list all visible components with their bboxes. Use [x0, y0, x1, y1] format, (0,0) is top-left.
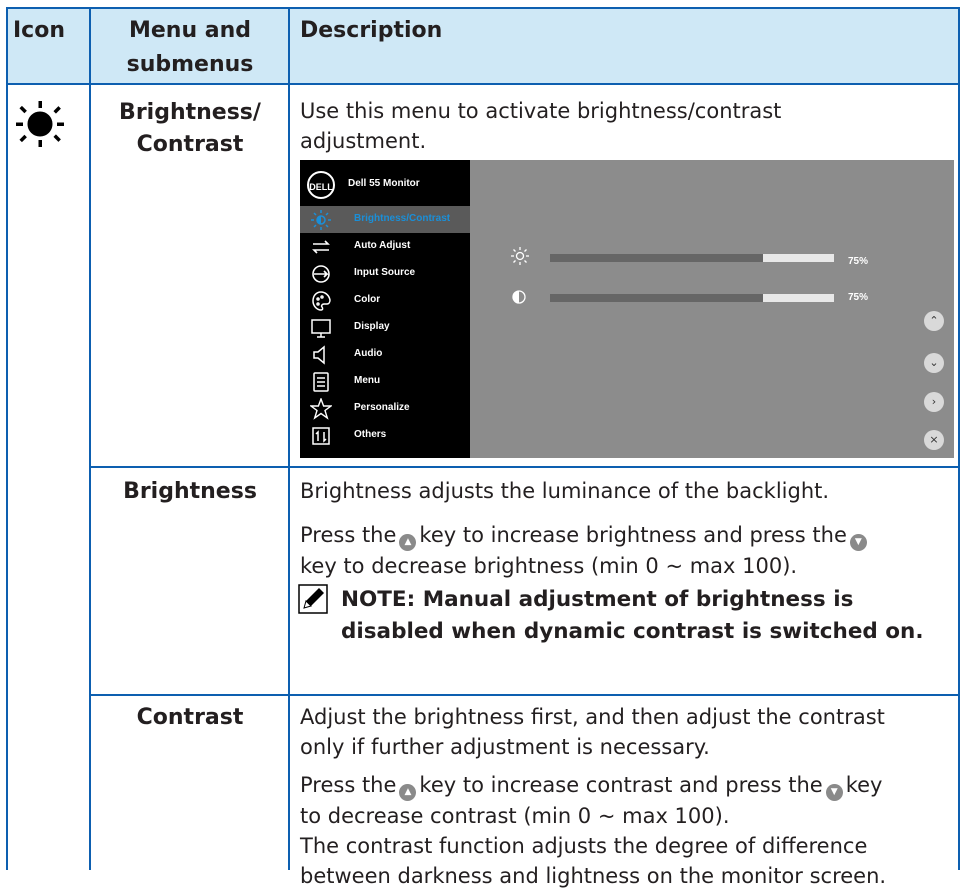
contrast-function-line1: The contrast function adjusts the degree… — [300, 834, 868, 858]
down-key-icon: ▼ — [825, 784, 843, 801]
osd-item-label: Others — [354, 429, 387, 440]
osd-title: Dell 55 Monitor — [348, 178, 420, 189]
brightness-value: 75% — [848, 256, 869, 267]
osd-screenshot: DELL Dell 55 Monitor Brightness/Contrast… — [300, 160, 954, 458]
up-key-icon: ▲ — [399, 534, 417, 551]
osd-item-auto-adjust[interactable]: Auto Adjust — [300, 233, 470, 260]
contrast-description: Adjust the brightness first, and then ad… — [300, 702, 885, 762]
contrast-function-line2: between darkness and lightness on the mo… — [300, 864, 887, 888]
submenu-contrast: Contrast — [136, 705, 244, 730]
note-pencil-icon — [298, 584, 328, 614]
osd-item-menu[interactable]: Menu — [300, 368, 470, 395]
osd-item-label: Menu — [354, 375, 381, 386]
sun-icon — [311, 210, 331, 230]
note-line2: disabled when dynamic contrast is switch… — [341, 619, 924, 644]
brightness-contrast-icon — [16, 100, 64, 148]
down-key-icon: ▼ — [849, 534, 867, 551]
table-border-right — [958, 7, 960, 870]
osd-item-label: Personalize — [354, 402, 410, 413]
osd-item-label: Audio — [354, 348, 383, 359]
osd-item-label: Input Source — [354, 267, 416, 278]
osd-up-button[interactable]: ⌃ — [924, 311, 944, 331]
header-description: Description — [300, 18, 443, 43]
header-menu-line2: submenus — [126, 52, 254, 77]
submenu-brightness-contrast-line1: Brightness/ — [119, 100, 261, 125]
brightness-description: Brightness adjusts the luminance of the … — [300, 479, 830, 503]
osd-right-button[interactable]: › — [924, 392, 944, 412]
table-border-row2-right — [90, 694, 960, 696]
contrast-instructions-line2: to decrease contrast (min 0 ~ max 100). — [300, 804, 730, 828]
header-icon: Icon — [13, 18, 66, 43]
osd-item-color[interactable]: Color — [300, 287, 470, 314]
osd-close-button[interactable]: × — [924, 430, 944, 450]
contrast-description-line1: Adjust the brightness first, and then ad… — [300, 705, 885, 729]
osd-item-brightness-contrast[interactable]: Brightness/Contrast — [300, 206, 470, 233]
description-line2: adjustment. — [300, 129, 427, 153]
osd-item-label: Auto Adjust — [354, 240, 411, 251]
brightness-instructions: Press the ▲ key to increase brightness and… — [300, 520, 870, 581]
up-key-icon: ▲ — [399, 784, 417, 801]
table-border-top — [6, 7, 960, 9]
contrast-instructions: Press the ▲ key to increase contrast and p… — [300, 770, 886, 891]
header-menu: Menu and submenus — [95, 14, 285, 82]
color-palette-icon — [312, 291, 331, 311]
star-icon — [310, 398, 332, 420]
submenu-brightness-contrast-line2: Contrast — [136, 132, 244, 157]
auto-adjust-icon — [312, 240, 330, 254]
submenu-brightness-contrast: Brightness/ Contrast — [95, 97, 285, 161]
input-source-icon — [312, 265, 330, 283]
osd-item-display[interactable]: Display — [300, 314, 470, 341]
contrast-slider-fill — [763, 294, 834, 302]
description-brightness-contrast: Use this menu to activate brightness/con… — [300, 96, 781, 156]
brightness-instructions-line1: Press the ▲ key to increase brightness and… — [300, 520, 870, 551]
osd-item-label: Brightness/Contrast — [354, 213, 451, 224]
others-icon — [312, 427, 330, 445]
submenu-brightness: Brightness — [123, 479, 257, 504]
brightness-slider-fill — [763, 254, 834, 262]
osd-sidebar: DELL Dell 55 Monitor Brightness/Contrast… — [300, 160, 470, 458]
speaker-icon — [313, 345, 325, 365]
osd-item-personalize[interactable]: Personalize — [300, 395, 470, 422]
brightness-instructions-line2: key to decrease brightness (min 0 ~ max … — [300, 554, 798, 578]
contrast-value: 75% — [848, 292, 869, 303]
table-border-header — [6, 83, 960, 85]
osd-down-button[interactable]: ⌄ — [924, 353, 944, 373]
table-border-row1-right — [90, 466, 960, 468]
contrast-slider-icon — [512, 290, 526, 304]
contrast-instructions-line1: Press the ▲ key to increase contrast and p… — [300, 770, 886, 801]
display-icon — [311, 319, 331, 338]
menu-doc-icon — [313, 372, 329, 392]
header-menu-line1: Menu and — [128, 18, 252, 43]
brightness-note: NOTE: Manual adjustment of brightness is… — [341, 584, 924, 648]
table-border-col2 — [288, 7, 290, 870]
note-line1: NOTE: Manual adjustment of brightness is — [341, 587, 854, 612]
osd-item-input-source[interactable]: Input Source — [300, 260, 470, 287]
contrast-description-line2: only if further adjustment is necessary. — [300, 735, 710, 759]
osd-item-label: Color — [354, 294, 381, 305]
osd-item-label: Display — [354, 321, 390, 332]
osd-item-others[interactable]: Others — [300, 422, 470, 449]
description-line1: Use this menu to activate brightness/con… — [300, 99, 782, 123]
table-border-col1 — [89, 7, 91, 870]
table-border-left — [6, 7, 8, 870]
dell-logo: DELL — [307, 171, 335, 199]
osd-item-audio[interactable]: Audio — [300, 341, 470, 368]
brightness-slider-icon — [511, 247, 529, 265]
